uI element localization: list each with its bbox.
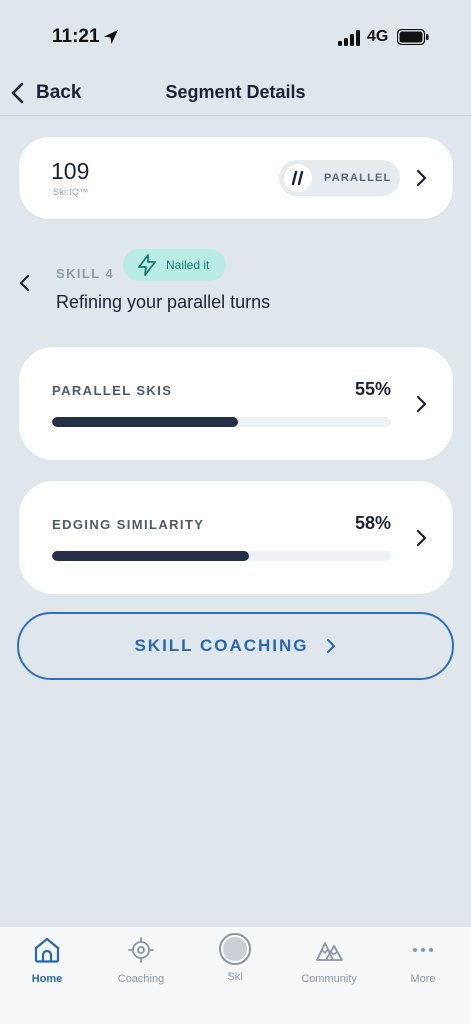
tab-home[interactable]: Home: [0, 935, 94, 995]
progress-fill: [52, 417, 239, 427]
chevron-right-icon: [326, 639, 335, 653]
location-arrow-icon: [104, 30, 118, 44]
chevron-right-icon[interactable]: [415, 167, 429, 189]
badge-label: Nailed it: [166, 258, 210, 272]
tab-label: Community: [301, 973, 357, 985]
signal-icon: [338, 30, 360, 46]
tab-coaching[interactable]: Coaching: [94, 935, 188, 995]
tab-label: Home: [31, 973, 63, 985]
mountain-icon: [316, 942, 343, 961]
tab-label: Ski: [227, 971, 243, 983]
target-icon: [128, 937, 154, 963]
progress-fill: [52, 551, 249, 561]
page-title: Segment Details: [165, 82, 306, 102]
chevron-right-icon: [416, 529, 427, 547]
metric-value: 58%: [354, 513, 391, 533]
lightning-icon: [138, 254, 156, 276]
level-pill[interactable]: PARALLEL: [279, 160, 400, 196]
progress-track: [52, 551, 391, 561]
metric-card-parallel-skis[interactable]: PARALLEL SKIS 55%: [19, 347, 453, 460]
skill-coaching-label: SKILL COACHING: [134, 636, 309, 655]
status-time: 11:21: [52, 26, 100, 47]
network-type: 4G: [367, 28, 389, 45]
home-icon: [34, 937, 60, 963]
skill-number: SKILL 4: [56, 266, 114, 281]
nailed-it-badge: Nailed it: [123, 249, 226, 281]
battery-icon: [397, 29, 429, 45]
skill-title: Refining your parallel turns: [56, 292, 271, 312]
skill-coaching-button[interactable]: SKILL COACHING: [17, 612, 454, 680]
tab-ski[interactable]: Ski: [188, 933, 282, 995]
level-label: PARALLEL: [324, 172, 392, 184]
previous-skill-icon[interactable]: [18, 273, 32, 293]
chevron-right-icon: [416, 395, 427, 413]
metric-label: EDGING SIMILARITY: [52, 517, 205, 532]
metric-value: 55%: [354, 379, 391, 399]
tab-bar: Home Coaching Ski Community More: [0, 926, 471, 1024]
parallel-icon: [284, 164, 312, 192]
tab-more[interactable]: More: [376, 935, 470, 995]
more-dots-icon: [413, 948, 433, 952]
progress-track: [52, 417, 391, 427]
tab-label: More: [410, 973, 436, 985]
nav-bar: Back Segment Details: [0, 70, 471, 116]
ski-iq-card[interactable]: 109 Ski:IQ™ PARALLEL: [19, 137, 453, 219]
tab-community[interactable]: Community: [282, 935, 376, 995]
ski-iq-label: Ski:IQ™: [53, 187, 89, 197]
metric-label: PARALLEL SKIS: [52, 383, 173, 398]
tab-label: Coaching: [117, 973, 165, 985]
ski-iq-value: 109: [51, 158, 90, 184]
status-bar: 11:21 4G: [0, 0, 471, 60]
ski-record-icon: [219, 933, 251, 965]
metric-card-edging-similarity[interactable]: EDGING SIMILARITY 58%: [19, 481, 453, 594]
